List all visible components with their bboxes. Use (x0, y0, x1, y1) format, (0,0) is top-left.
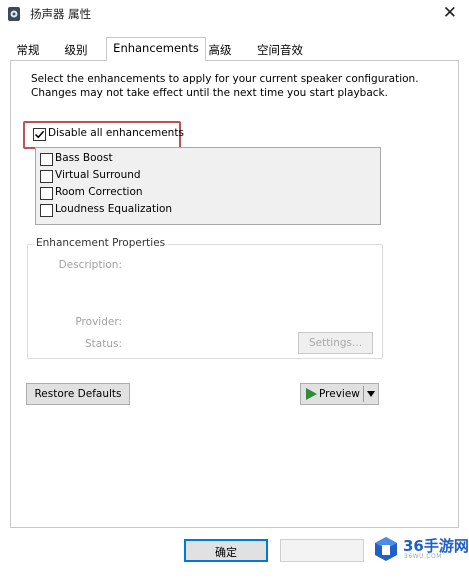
intro-text: Select the enhancements to apply for you… (31, 73, 419, 99)
tab-enhancements[interactable]: Enhancements (106, 37, 206, 61)
enhancement-properties-group: Enhancement Properties Description: Prov… (27, 237, 383, 359)
status-label: Status: (85, 338, 122, 350)
room-correction-label[interactable]: Room Correction (55, 186, 143, 198)
disable-all-checkbox[interactable] (33, 128, 46, 141)
disable-all-highlight: Disable all enhancements (23, 121, 184, 149)
room-correction-checkbox[interactable] (40, 187, 53, 200)
provider-label: Provider: (75, 316, 122, 328)
speaker-icon (8, 7, 20, 21)
cancel-button[interactable] (280, 539, 364, 562)
group-title: Enhancement Properties (34, 237, 168, 249)
title-bar[interactable]: 扬声器 属性 ✕ (0, 0, 469, 28)
enhancements-panel: Select the enhancements to apply for you… (10, 60, 459, 528)
enhancements-list: Bass Boost Virtual Surround Room Correct… (35, 147, 381, 225)
tab-spatial-sound[interactable]: 空间音效 (252, 41, 308, 60)
speaker-properties-window: 扬声器 属性 ✕ 常规 级别 Enhancements 高级 空间音效 Sele… (0, 0, 469, 578)
tab-strip: 常规 级别 Enhancements 高级 空间音效 (8, 37, 463, 61)
tab-levels[interactable]: 级别 (60, 41, 92, 60)
preview-label: Preview (319, 388, 360, 400)
tab-advanced[interactable]: 高级 (206, 41, 234, 60)
virtual-surround-checkbox[interactable] (40, 170, 53, 183)
loudness-equalization-label[interactable]: Loudness Equalization (55, 203, 172, 215)
bass-boost-checkbox[interactable] (40, 153, 53, 166)
watermark-logo: 36手游网 36WU.COM (374, 534, 469, 564)
bass-boost-label[interactable]: Bass Boost (55, 152, 113, 164)
preview-button[interactable]: Preview (300, 383, 379, 405)
virtual-surround-label[interactable]: Virtual Surround (55, 169, 141, 181)
settings-button[interactable]: Settings... (298, 332, 373, 354)
tab-general[interactable]: 常规 (12, 41, 44, 60)
chevron-down-icon[interactable] (367, 391, 375, 397)
play-icon (306, 388, 317, 400)
restore-defaults-button[interactable]: Restore Defaults (26, 383, 130, 405)
loudness-equalization-checkbox[interactable] (40, 204, 53, 217)
watermark-subtext: 36WU.COM (404, 553, 442, 560)
checkmark-icon (34, 130, 45, 139)
description-label: Description: (58, 259, 122, 271)
ok-button[interactable]: 确定 (184, 539, 268, 562)
disable-all-label[interactable]: Disable all enhancements (48, 127, 184, 139)
button-divider (363, 386, 364, 402)
close-icon[interactable]: ✕ (443, 3, 457, 23)
cube-logo (375, 537, 397, 561)
window-title: 扬声器 属性 (30, 7, 92, 21)
